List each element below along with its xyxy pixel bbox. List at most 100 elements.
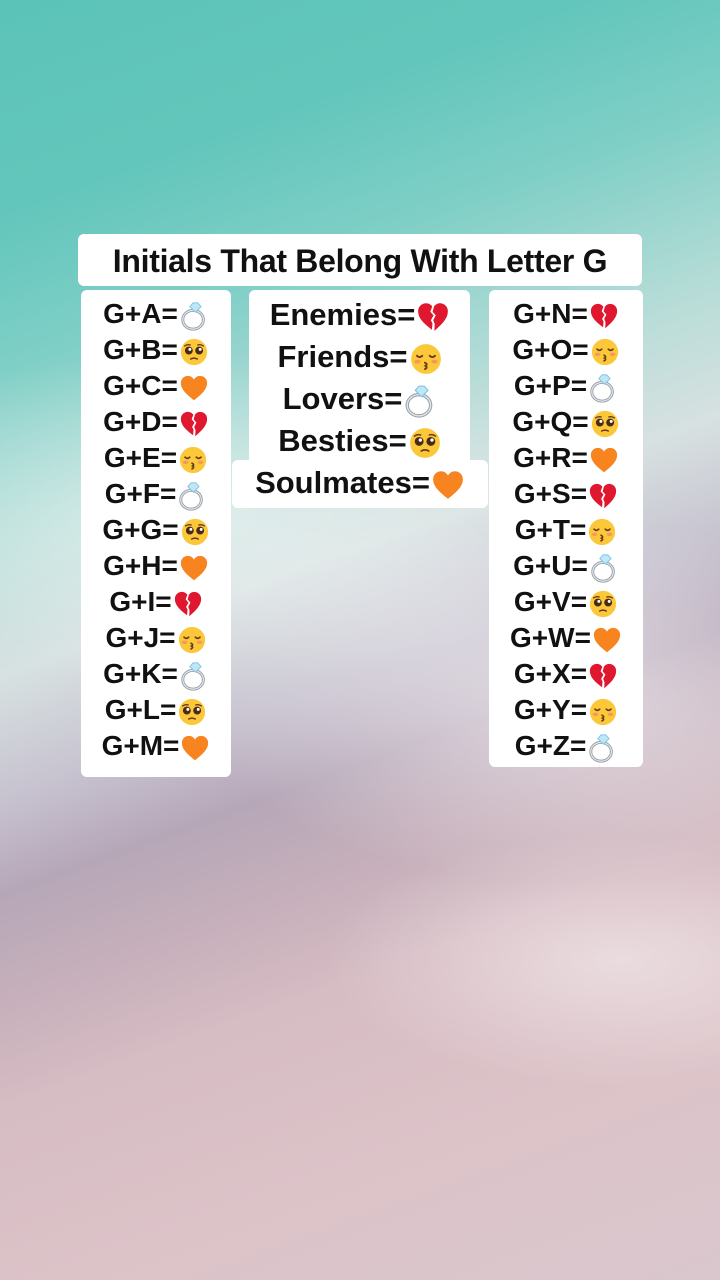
initial-label: G+Y=	[513, 694, 588, 725]
legend-item: Lovers=	[232, 378, 488, 420]
broken-heart-icon	[588, 481, 618, 511]
initial-item: G+F=	[81, 476, 231, 512]
pleading-face-icon	[408, 426, 442, 460]
initial-item: G+J=	[81, 620, 231, 656]
initial-label: G+U=	[513, 550, 588, 581]
initial-label: G+R=	[513, 442, 588, 473]
initial-item: G+R=	[489, 440, 643, 476]
initial-label: G+I=	[109, 586, 172, 617]
page-title: Initials That Belong With Letter G	[112, 243, 608, 279]
title-box: Initials That Belong With Letter G	[78, 234, 642, 286]
legend-label: Besties=	[278, 423, 407, 458]
initial-label: G+K=	[103, 658, 178, 689]
pleading-face-icon	[590, 409, 620, 439]
initial-label: G+H=	[103, 550, 178, 581]
initial-label: G+C=	[103, 370, 178, 401]
kissing-face-icon	[587, 517, 617, 547]
legend-label: Lovers=	[282, 381, 403, 416]
left-column-box: G+A= G+B= G+C= G+D= G+E= G+F= G+G= G+H= G+I= G+J=…	[81, 290, 231, 777]
pleading-face-icon	[179, 337, 209, 367]
initial-item: G+G=	[81, 512, 231, 548]
legend-item: Friends=	[232, 336, 488, 378]
initial-item: G+D=	[81, 404, 231, 440]
initial-label: G+A=	[103, 298, 178, 329]
initial-item: G+Y=	[489, 692, 643, 728]
ring-icon	[177, 481, 207, 511]
orange-heart-icon	[179, 373, 209, 403]
initial-item: G+B=	[81, 332, 231, 368]
kissing-face-icon	[588, 697, 618, 727]
ring-icon	[588, 373, 618, 403]
broken-heart-icon	[173, 589, 203, 619]
initial-label: G+N=	[513, 298, 588, 329]
initial-item: G+Z=	[489, 728, 643, 764]
legend-list: Enemies= Friends= Lovers= Besties= Soulmates…	[232, 294, 488, 504]
initial-label: G+F=	[104, 478, 177, 509]
legend-label: Soulmates=	[255, 465, 430, 500]
ring-icon	[589, 553, 619, 583]
kissing-face-icon	[177, 625, 207, 655]
initial-item: G+P=	[489, 368, 643, 404]
initial-label: G+S=	[513, 478, 588, 509]
legend-item: Besties=	[232, 420, 488, 462]
kissing-face-icon	[178, 445, 208, 475]
ring-icon	[403, 384, 437, 418]
initial-label: G+V=	[513, 586, 588, 617]
initial-label: G+M=	[101, 730, 180, 761]
initial-item: G+U=	[489, 548, 643, 584]
kissing-face-icon	[590, 337, 620, 367]
initial-label: G+Q=	[512, 406, 589, 437]
initial-item: G+I=	[81, 584, 231, 620]
legend-item: Soulmates=	[232, 462, 488, 504]
ring-icon	[179, 661, 209, 691]
legend-label: Enemies=	[269, 297, 416, 332]
broken-heart-icon	[416, 300, 450, 334]
initial-label: G+T=	[514, 514, 587, 545]
initial-label: G+E=	[103, 442, 178, 473]
legend-label: Friends=	[277, 339, 408, 374]
broken-heart-icon	[589, 301, 619, 331]
right-column-box: G+N= G+O= G+P= G+Q= G+R= G+S= G+T= G+U= G+V= G+W=…	[489, 290, 643, 767]
initial-label: G+Z=	[514, 730, 587, 761]
initial-label: G+D=	[103, 406, 178, 437]
initial-label: G+B=	[103, 334, 178, 365]
orange-heart-icon	[179, 553, 209, 583]
orange-heart-icon	[589, 445, 619, 475]
broken-heart-icon	[588, 661, 618, 691]
initial-item: G+A=	[81, 296, 231, 332]
pleading-face-icon	[588, 589, 618, 619]
left-initials-list: G+A= G+B= G+C= G+D= G+E= G+F= G+G= G+H= G+I= G+J=…	[81, 296, 231, 764]
initial-item: G+V=	[489, 584, 643, 620]
initial-item: G+C=	[81, 368, 231, 404]
broken-heart-icon	[179, 409, 209, 439]
initial-label: G+P=	[513, 370, 588, 401]
legend-item: Enemies=	[232, 294, 488, 336]
initial-item: G+N=	[489, 296, 643, 332]
ring-icon	[179, 301, 209, 331]
initial-item: G+M=	[81, 728, 231, 764]
initial-item: G+S=	[489, 476, 643, 512]
kissing-face-icon	[409, 342, 443, 376]
initial-item: G+K=	[81, 656, 231, 692]
orange-heart-icon	[431, 468, 465, 502]
pleading-face-icon	[177, 697, 207, 727]
initial-label: G+X=	[513, 658, 588, 689]
ring-icon	[587, 733, 617, 763]
initial-label: G+G=	[102, 514, 179, 545]
initial-item: G+H=	[81, 548, 231, 584]
orange-heart-icon	[592, 625, 622, 655]
initial-label: G+J=	[105, 622, 176, 653]
initial-label: G+O=	[512, 334, 589, 365]
initial-item: G+T=	[489, 512, 643, 548]
orange-heart-icon	[180, 733, 210, 763]
initial-item: G+X=	[489, 656, 643, 692]
initial-label: G+W=	[510, 622, 591, 653]
initial-item: G+E=	[81, 440, 231, 476]
initial-item: G+L=	[81, 692, 231, 728]
right-initials-list: G+N= G+O= G+P= G+Q= G+R= G+S= G+T= G+U= G+V= G+W=…	[489, 296, 643, 764]
pleading-face-icon	[180, 517, 210, 547]
initial-label: G+L=	[104, 694, 177, 725]
initial-item: G+O=	[489, 332, 643, 368]
initial-item: G+Q=	[489, 404, 643, 440]
initial-item: G+W=	[489, 620, 643, 656]
